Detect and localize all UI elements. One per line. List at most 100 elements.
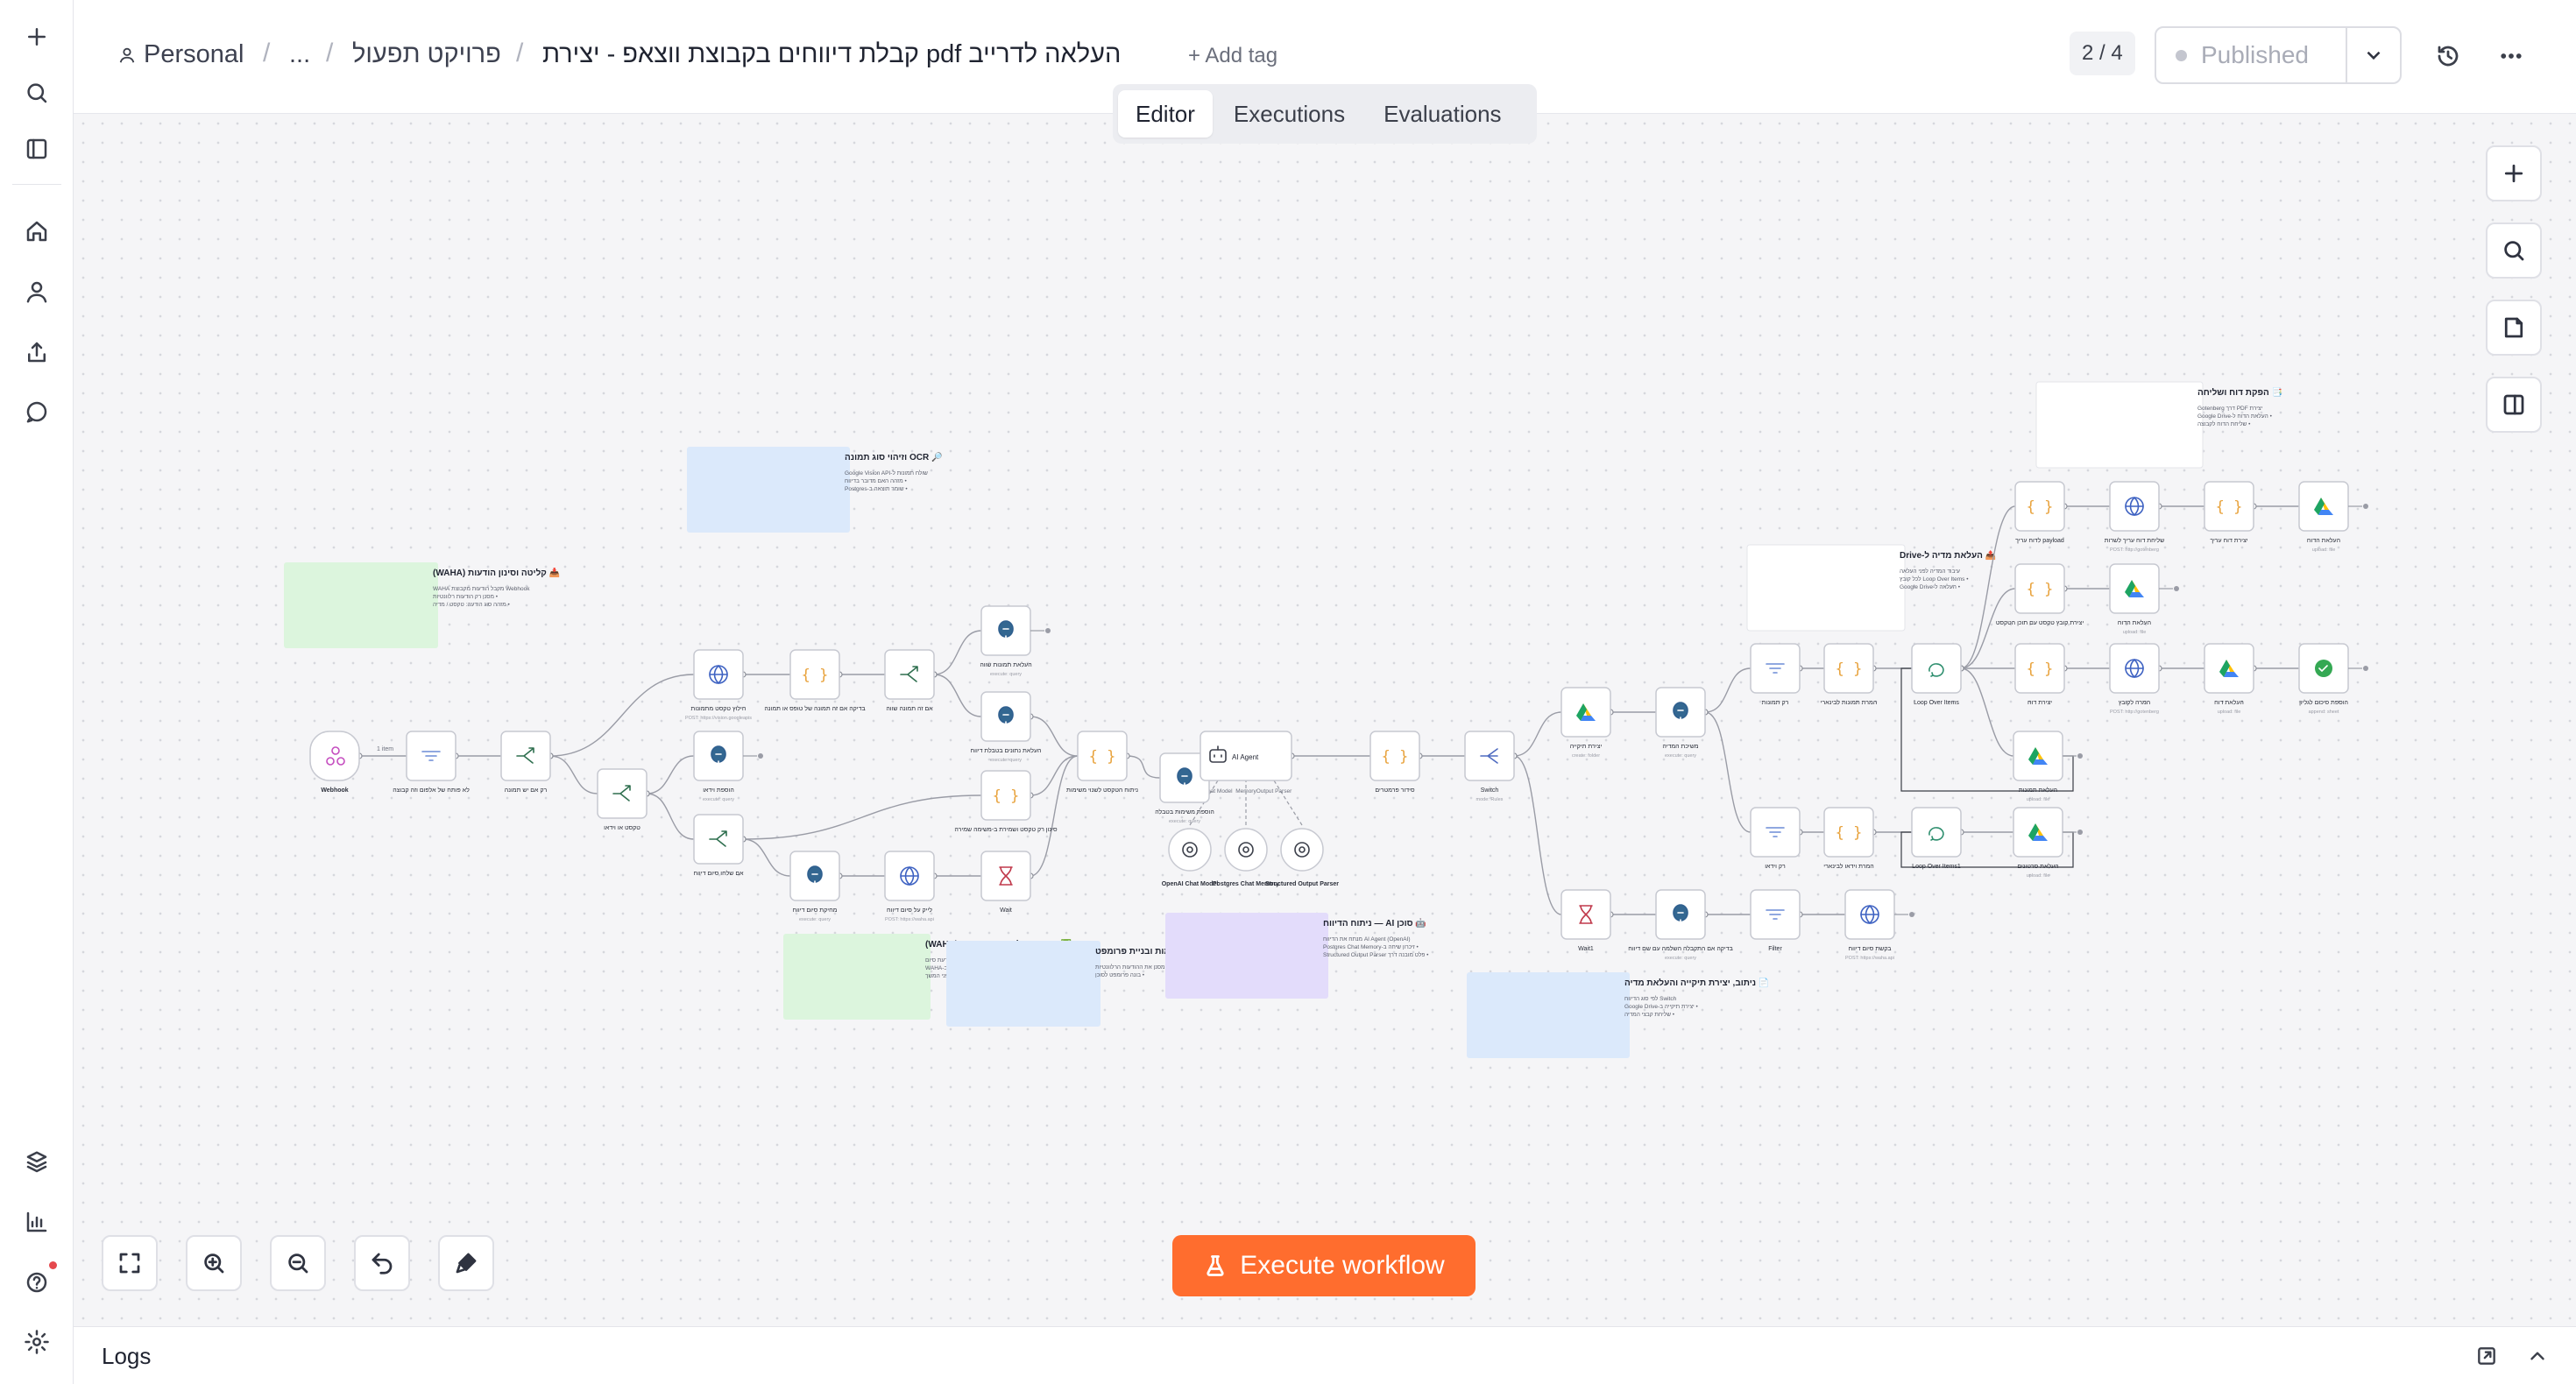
publish-dropdown-button[interactable]: [2346, 26, 2402, 84]
workflow-canvas[interactable]: 📥 קליטה וסינון הודעות (WAHA) Webhook מקבל…: [74, 114, 2576, 1326]
sticky-note[interactable]: 📥 קליטה וסינון הודעות (WAHA) Webhook מקבל…: [284, 562, 560, 648]
search-nodes-button[interactable]: [2486, 222, 2542, 279]
settings-gear-icon[interactable]: [18, 1323, 56, 1361]
logs-panel-bar[interactable]: Logs: [74, 1326, 2576, 1384]
workflow-node[interactable]: חילוץ טקסט מתמונות POST: https://vision.g…: [685, 649, 752, 721]
sticky-note-button[interactable]: [2486, 300, 2542, 356]
connection-edge[interactable]: [1960, 667, 2014, 757]
connection-edge[interactable]: [646, 793, 695, 840]
workflow-node[interactable]: { } יצירת דוח עריך: [2204, 481, 2254, 544]
sticky-note[interactable]: 🤖 סוכן AI — ניתוח הדיווח AI Agent (OpenAI…: [1165, 913, 1429, 999]
workflow-node[interactable]: Wait: [980, 851, 1031, 914]
connection-edge[interactable]: [1704, 711, 1752, 833]
plus-icon[interactable]: [1045, 628, 1051, 633]
breadcrumb-ellipsis[interactable]: ...: [289, 40, 310, 69]
connection-edge[interactable]: [1513, 711, 1562, 757]
connection-edge[interactable]: [1513, 755, 1562, 915]
workflow-node[interactable]: טקסט או וידאו: [597, 768, 648, 831]
more-options-icon[interactable]: [2492, 37, 2530, 75]
workflow-node[interactable]: יצירת תיקייה create: folder: [1560, 687, 1611, 759]
workflow-node[interactable]: העלאת תמונות upload: file: [2013, 731, 2063, 802]
plus-icon[interactable]: [2174, 586, 2179, 591]
templates-icon[interactable]: [18, 1143, 56, 1182]
workflow-node[interactable]: { } המרת תמונות לבינארי: [1821, 643, 1878, 706]
workflow-node[interactable]: { } יצירת דוח: [2014, 643, 2065, 706]
chevron-up-icon[interactable]: [2523, 1342, 2551, 1370]
workflow-node[interactable]: Loop Over Items1: [1911, 807, 1962, 870]
connection-edge[interactable]: [933, 630, 982, 675]
workflow-node[interactable]: { } סידור פרמטרים: [1369, 731, 1420, 794]
workflow-node[interactable]: הוספת סיכום לגליון append: sheet: [2298, 643, 2349, 715]
workflow-node[interactable]: { } יצירת קובץ טקסט עם תוכן הטקסט: [1996, 563, 2084, 626]
insights-icon[interactable]: [18, 1203, 56, 1241]
workflow-node[interactable]: העלאת הדוח upload: file: [2298, 481, 2349, 553]
plus-icon[interactable]: [758, 753, 763, 759]
workflow-node[interactable]: Switch mode: Rules: [1464, 731, 1515, 802]
sticky-note[interactable]: 🔎 OCR וזיהוי סוג תמונה שולח תמונות ל-Goog…: [687, 447, 943, 533]
workflow-node[interactable]: { } בדיקה אם זה תמונה של טופס או תמונה: [764, 649, 866, 712]
workflow-node[interactable]: העלאת הדוח upload: file: [2109, 563, 2160, 635]
plus-icon[interactable]: [2363, 504, 2368, 509]
help-icon[interactable]: [18, 1263, 56, 1302]
connection-edge[interactable]: [1704, 667, 1752, 713]
workflow-node[interactable]: המרה לקובץ POST: http://gotenberg: [2109, 643, 2160, 715]
plus-icon[interactable]: [2077, 753, 2083, 759]
home-icon[interactable]: [18, 212, 56, 251]
workflow-node[interactable]: רק וידאו: [1750, 807, 1801, 870]
connection-edge[interactable]: [742, 838, 791, 877]
connection-edge[interactable]: [1960, 588, 2016, 669]
workflow-node[interactable]: רק אם יש תמונה: [500, 731, 551, 794]
chat-icon[interactable]: [18, 392, 56, 431]
workflow-node[interactable]: Wait1: [1560, 889, 1611, 952]
fit-view-button[interactable]: [102, 1235, 158, 1291]
workflow-node[interactable]: Structured Output Parser: [1265, 828, 1339, 887]
connection-edge[interactable]: [742, 794, 982, 840]
connection-edge[interactable]: [646, 755, 695, 794]
workflow-node[interactable]: לא פותח של אלפום וזה קבוצה: [393, 731, 470, 794]
workflow-node[interactable]: העלאת נתונים בטבלת דיווח execute: query: [971, 691, 1042, 763]
workflow-node[interactable]: בדיקה אם התקבלה השלמה עם שם דיווח execute…: [1628, 889, 1733, 961]
tab-editor[interactable]: Editor: [1118, 90, 1213, 138]
workflow-node[interactable]: העלאת דוח upload: file: [2204, 643, 2254, 715]
workflow-node[interactable]: מחיקת סיום דיווח execute: query: [789, 851, 840, 922]
tab-executions[interactable]: Executions: [1216, 90, 1362, 138]
publish-button[interactable]: Published: [2155, 26, 2347, 84]
workflow-node[interactable]: אם שלחו סיום דיווח: [693, 814, 745, 877]
add-icon[interactable]: [18, 18, 56, 56]
pop-out-icon[interactable]: [2473, 1342, 2501, 1370]
connection-edge[interactable]: [1960, 505, 2016, 669]
workflow-node[interactable]: הוספת וידאו execute: query: [693, 731, 744, 802]
breadcrumb-owner[interactable]: Personal: [117, 40, 244, 69]
history-icon[interactable]: [2429, 37, 2467, 75]
plus-icon[interactable]: [2077, 830, 2083, 835]
connection-edge[interactable]: [549, 755, 598, 794]
connection-edge[interactable]: [549, 674, 695, 757]
sticky-note[interactable]: 📑 הפקת דוח ושליחה יצירת PDF דרך Gotenberg…: [2035, 381, 2282, 469]
workflow-node[interactable]: Filter: [1750, 889, 1801, 952]
workflow-node[interactable]: { } payload לדוח עריך: [2014, 481, 2065, 544]
zoom-out-button[interactable]: [270, 1235, 326, 1291]
workflow-node[interactable]: לייק על סיום דיווח POST: https://waha.api: [884, 851, 935, 922]
workflow-node[interactable]: Postgres Chat Memory: [1213, 828, 1279, 887]
workflow-title[interactable]: העלאה לדרייב pdf קבלת דיווחים בקבוצת ווצ…: [542, 40, 1173, 69]
share-icon[interactable]: [18, 333, 56, 371]
workflow-node[interactable]: AI Agent: [1200, 731, 1292, 781]
workflow-node[interactable]: אם זה תמונה שווה: [884, 649, 935, 712]
workflow-node[interactable]: רק תמונות: [1750, 643, 1801, 706]
plus-icon[interactable]: [2363, 666, 2368, 671]
workflow-node[interactable]: שליחת דוח עריך לשרות POST: http://gotenbe…: [2105, 481, 2164, 553]
add-tag-button[interactable]: + Add tag: [1188, 44, 1277, 68]
workflow-node[interactable]: משיכת המדיה execute: query: [1655, 687, 1706, 759]
connection-edge[interactable]: [1126, 755, 1161, 779]
breadcrumb-project[interactable]: פרויקט תפעול: [352, 40, 501, 69]
workflow-node[interactable]: { } המרת וידאו לבינארי: [1823, 807, 1874, 870]
connection-edge[interactable]: [933, 674, 982, 717]
search-icon[interactable]: [18, 74, 56, 112]
workflow-node[interactable]: OpenAI Chat Model: [1162, 828, 1219, 887]
execute-workflow-button[interactable]: Execute workflow: [1172, 1235, 1476, 1296]
workflow-node[interactable]: העלאת תמונות שווה execute: query: [980, 605, 1032, 677]
workflow-node[interactable]: Loop Over Items: [1911, 643, 1962, 706]
sticky-note[interactable]: 📤 העלאת מדיה ל-Drive עיבוד המדיה לפני העל…: [1746, 544, 1996, 632]
workflow-node[interactable]: העלאת סרטונים upload: file: [2013, 807, 2063, 879]
panel-button[interactable]: [2486, 377, 2542, 433]
